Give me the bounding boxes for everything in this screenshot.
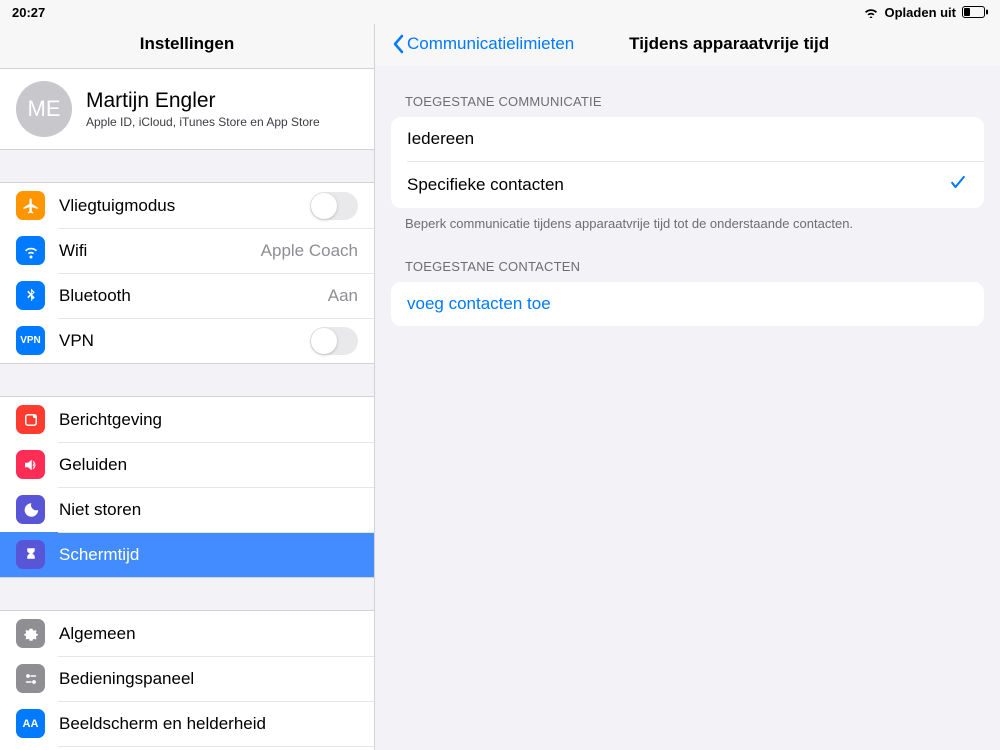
sounds-icon xyxy=(16,450,45,479)
account-row[interactable]: ME Martijn Engler Apple ID, iCloud, iTun… xyxy=(0,68,374,150)
option-label: Iedereen xyxy=(407,129,474,149)
row-label: Berichtgeving xyxy=(59,410,358,430)
detail-title: Tijdens apparaatvrije tijd xyxy=(474,34,984,54)
sidebar-item-airplane[interactable]: Vliegtuigmodus xyxy=(0,183,374,228)
row-label: VPN xyxy=(59,331,296,351)
sidebar-item-bluetooth[interactable]: Bluetooth Aan xyxy=(0,273,374,318)
option-everyone[interactable]: Iedereen xyxy=(391,117,984,161)
vpn-icon: VPN xyxy=(16,326,45,355)
bluetooth-value: Aan xyxy=(328,286,358,306)
section-footer-communication: Beperk communicatie tijdens apparaatvrij… xyxy=(391,208,984,231)
sidebar-item-accessibility[interactable]: Toegankelijkheid xyxy=(0,746,374,750)
row-label: Beeldscherm en helderheid xyxy=(59,714,358,734)
sidebar-item-display[interactable]: AA Beeldscherm en helderheid xyxy=(0,701,374,746)
row-label: Geluiden xyxy=(59,455,358,475)
sidebar-item-wifi[interactable]: Wifi Apple Coach xyxy=(0,228,374,273)
row-label: Schermtijd xyxy=(59,545,358,565)
account-name: Martijn Engler xyxy=(86,89,320,113)
add-contacts-button[interactable]: voeg contacten toe xyxy=(391,282,984,326)
sidebar-title: Instellingen xyxy=(0,24,374,68)
gear-icon xyxy=(16,619,45,648)
status-bar: 20:27 Opladen uit xyxy=(0,0,1000,24)
notifications-icon xyxy=(16,405,45,434)
airplane-switch[interactable] xyxy=(310,192,358,220)
row-label: Wifi xyxy=(59,241,247,261)
status-time: 20:27 xyxy=(12,5,45,20)
sidebar-item-dnd[interactable]: Niet storen xyxy=(0,487,374,532)
option-specific-contacts[interactable]: Specifieke contacten xyxy=(391,161,984,208)
sliders-icon xyxy=(16,664,45,693)
option-label: Specifieke contacten xyxy=(407,175,564,195)
row-label: Niet storen xyxy=(59,500,358,520)
airplane-icon xyxy=(16,191,45,220)
wifi-settings-icon xyxy=(16,236,45,265)
row-label: Algemeen xyxy=(59,624,358,644)
sidebar-item-sounds[interactable]: Geluiden xyxy=(0,442,374,487)
battery-icon xyxy=(962,6,988,18)
sidebar-item-controlcenter[interactable]: Bedieningspaneel xyxy=(0,656,374,701)
row-label: Vliegtuigmodus xyxy=(59,196,296,216)
moon-icon xyxy=(16,495,45,524)
detail-pane: Communicatielimieten Tijdens apparaatvri… xyxy=(375,24,1000,750)
sidebar-item-screentime[interactable]: Schermtijd xyxy=(0,532,374,577)
hourglass-icon xyxy=(16,540,45,569)
detail-header: Communicatielimieten Tijdens apparaatvri… xyxy=(375,24,1000,66)
row-label: Bedieningspaneel xyxy=(59,669,358,689)
chevron-left-icon xyxy=(391,34,405,54)
row-label: Bluetooth xyxy=(59,286,314,306)
avatar: ME xyxy=(16,81,72,137)
status-charging: Opladen uit xyxy=(885,5,957,20)
status-right: Opladen uit xyxy=(863,5,989,20)
sidebar-item-general[interactable]: Algemeen xyxy=(0,611,374,656)
wifi-icon xyxy=(863,6,879,18)
sidebar-item-vpn[interactable]: VPN VPN xyxy=(0,318,374,363)
wifi-value: Apple Coach xyxy=(261,241,358,261)
add-contacts-label: voeg contacten toe xyxy=(407,294,551,314)
sidebar: Instellingen ME Martijn Engler Apple ID,… xyxy=(0,24,375,750)
sidebar-item-notifications[interactable]: Berichtgeving xyxy=(0,397,374,442)
display-icon: AA xyxy=(16,709,45,738)
account-sub: Apple ID, iCloud, iTunes Store en App St… xyxy=(86,115,320,129)
section-header-contacts: Toegestane contacten xyxy=(391,231,984,282)
section-header-communication: Toegestane communicatie xyxy=(391,66,984,117)
vpn-switch[interactable] xyxy=(310,327,358,355)
checkmark-icon xyxy=(948,172,968,197)
bluetooth-icon xyxy=(16,281,45,310)
